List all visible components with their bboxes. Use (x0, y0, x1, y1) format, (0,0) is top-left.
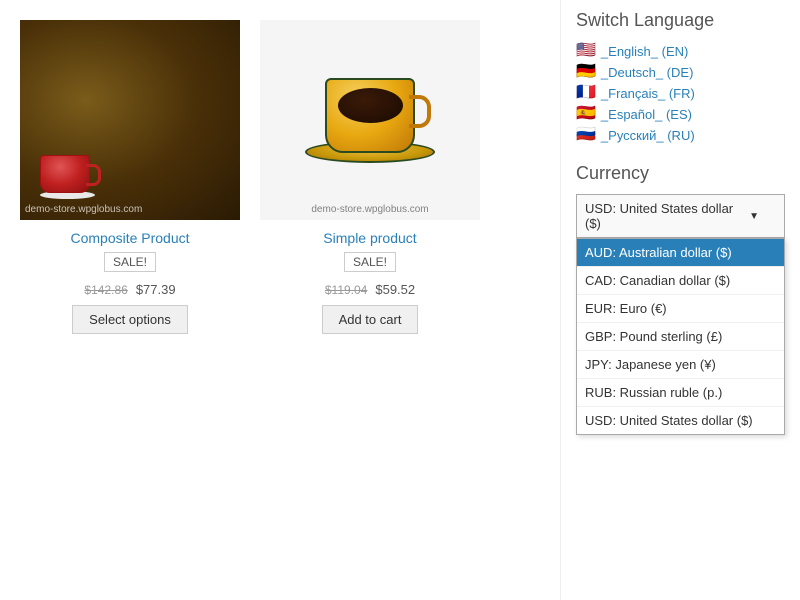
language-link-ru[interactable]: _Русский_ (RU) (601, 128, 695, 143)
products-grid: demo-store.wpglobus.com Composite Produc… (20, 20, 540, 334)
currency-select-button[interactable]: USD: United States dollar ($) ▼ (576, 194, 785, 238)
language-link-fr[interactable]: _Français_ (FR) (601, 86, 695, 101)
add-to-cart-button[interactable]: Add to cart (322, 305, 419, 334)
language-list: 🇺🇸 _English_ (EN) 🇩🇪 _Deutsch_ (DE) 🇫🇷 _… (576, 43, 785, 143)
currency-option-gbp[interactable]: GBP: Pound sterling (£) (577, 323, 784, 351)
flag-ru: 🇷🇺 (576, 127, 596, 143)
price-row-1: $142.86 $77.39 (84, 282, 175, 297)
product-title-2: Simple product (323, 230, 416, 246)
dropdown-arrow-icon: ▼ (749, 211, 759, 222)
select-options-button[interactable]: Select options (72, 305, 188, 334)
language-item-ru[interactable]: 🇷🇺 _Русский_ (RU) (576, 127, 785, 143)
yellow-cup (305, 78, 435, 163)
currency-option-jpy[interactable]: JPY: Japanese yen (¥) (577, 351, 784, 379)
language-link-es[interactable]: _Español_ (ES) (601, 107, 692, 122)
language-item-fr[interactable]: 🇫🇷 _Français_ (FR) (576, 85, 785, 101)
product-card-2: demo-store.wpglobus.com Simple product S… (260, 20, 480, 334)
watermark-1: demo-store.wpglobus.com (25, 204, 142, 215)
price-new-1: $77.39 (136, 282, 176, 297)
language-item-en[interactable]: 🇺🇸 _English_ (EN) (576, 43, 785, 59)
language-item-de[interactable]: 🇩🇪 _Deutsch_ (DE) (576, 64, 785, 80)
flag-en: 🇺🇸 (576, 43, 596, 59)
currency-dropdown: AUD: Australian dollar ($) CAD: Canadian… (576, 238, 785, 435)
flag-es: 🇪🇸 (576, 106, 596, 122)
price-row-2: $119.04 $59.52 (325, 282, 415, 297)
product-card-1: demo-store.wpglobus.com Composite Produc… (20, 20, 240, 334)
price-old-1: $142.86 (84, 283, 127, 297)
currency-select-wrapper: USD: United States dollar ($) ▼ AUD: Aus… (576, 194, 785, 238)
price-new-2: $59.52 (375, 282, 415, 297)
main-content: demo-store.wpglobus.com Composite Produc… (0, 0, 560, 600)
sale-badge-1: SALE! (104, 252, 156, 272)
price-old-2: $119.04 (325, 283, 368, 297)
product-image-1: demo-store.wpglobus.com (20, 20, 240, 220)
language-item-es[interactable]: 🇪🇸 _Español_ (ES) (576, 106, 785, 122)
product-title-1: Composite Product (70, 230, 189, 246)
red-cup (40, 155, 95, 200)
flag-de: 🇩🇪 (576, 64, 596, 80)
flag-fr: 🇫🇷 (576, 85, 596, 101)
sale-badge-2: SALE! (344, 252, 396, 272)
currency-option-eur[interactable]: EUR: Euro (€) (577, 295, 784, 323)
currency-option-usd[interactable]: USD: United States dollar ($) (577, 407, 784, 434)
currency-option-cad[interactable]: CAD: Canadian dollar ($) (577, 267, 784, 295)
currency-selected-label: USD: United States dollar ($) (585, 201, 749, 231)
language-link-en[interactable]: _English_ (EN) (601, 44, 688, 59)
language-link-de[interactable]: _Deutsch_ (DE) (601, 65, 693, 80)
currency-option-aud[interactable]: AUD: Australian dollar ($) (577, 239, 784, 267)
currency-section: Currency USD: United States dollar ($) ▼… (576, 163, 785, 238)
currency-option-rub[interactable]: RUB: Russian ruble (р.) (577, 379, 784, 407)
watermark-2: demo-store.wpglobus.com (311, 204, 428, 215)
currency-title: Currency (576, 163, 785, 184)
sidebar: Switch Language 🇺🇸 _English_ (EN) 🇩🇪 _De… (560, 0, 800, 600)
product-image-2: demo-store.wpglobus.com (260, 20, 480, 220)
switch-language-title: Switch Language (576, 10, 785, 31)
